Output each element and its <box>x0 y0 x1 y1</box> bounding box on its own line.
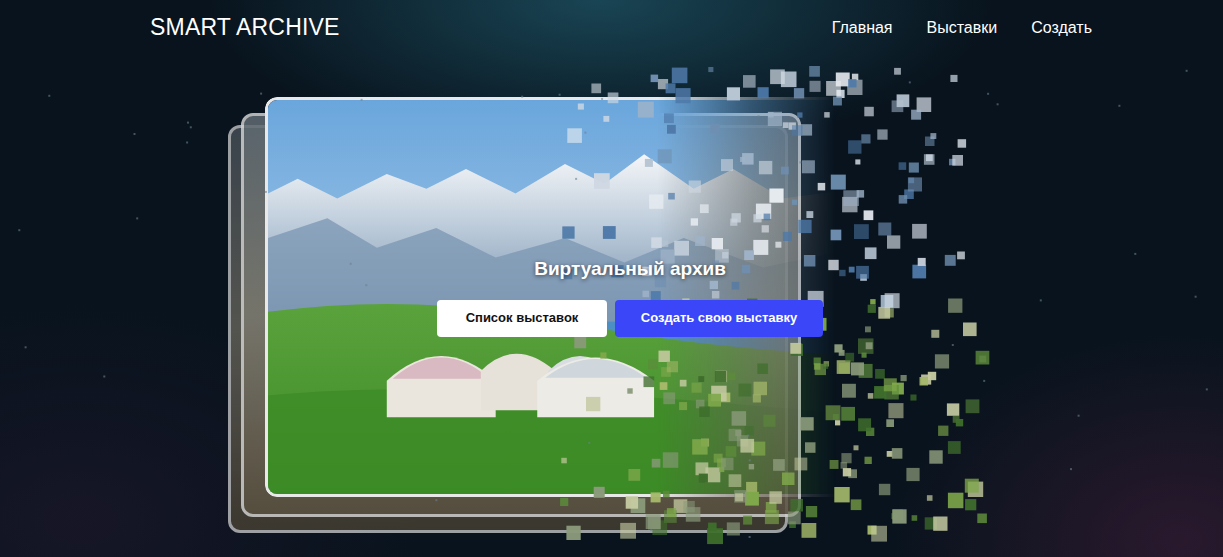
hero-title: Виртуальный архив <box>534 255 726 284</box>
nav-link[interactable]: Создать <box>1031 16 1092 40</box>
pixel-particles <box>0 55 1223 557</box>
yurt-icon <box>387 354 654 418</box>
hero: Виртуальный архив Список выставокСоздать… <box>0 55 1223 557</box>
brand-logo[interactable]: SMART ARCHIVE <box>150 10 340 45</box>
main-nav: Главная Выставки Создать <box>832 16 1092 40</box>
nav-link[interactable]: Главная <box>832 16 893 40</box>
hero-buttons: Список выставокСоздать свою выставку <box>437 300 823 337</box>
hero-photo <box>265 97 860 497</box>
hero-content: Виртуальный архив Список выставокСоздать… <box>437 255 823 337</box>
create-exhibition-button[interactable]: Создать свою выставку <box>615 300 823 337</box>
exhibitions-list-button[interactable]: Список выставок <box>437 300 607 337</box>
top-bar: SMART ARCHIVE Главная Выставки Создать <box>0 0 1223 55</box>
nav-link[interactable]: Выставки <box>927 16 998 40</box>
landscape-icon <box>268 100 857 494</box>
